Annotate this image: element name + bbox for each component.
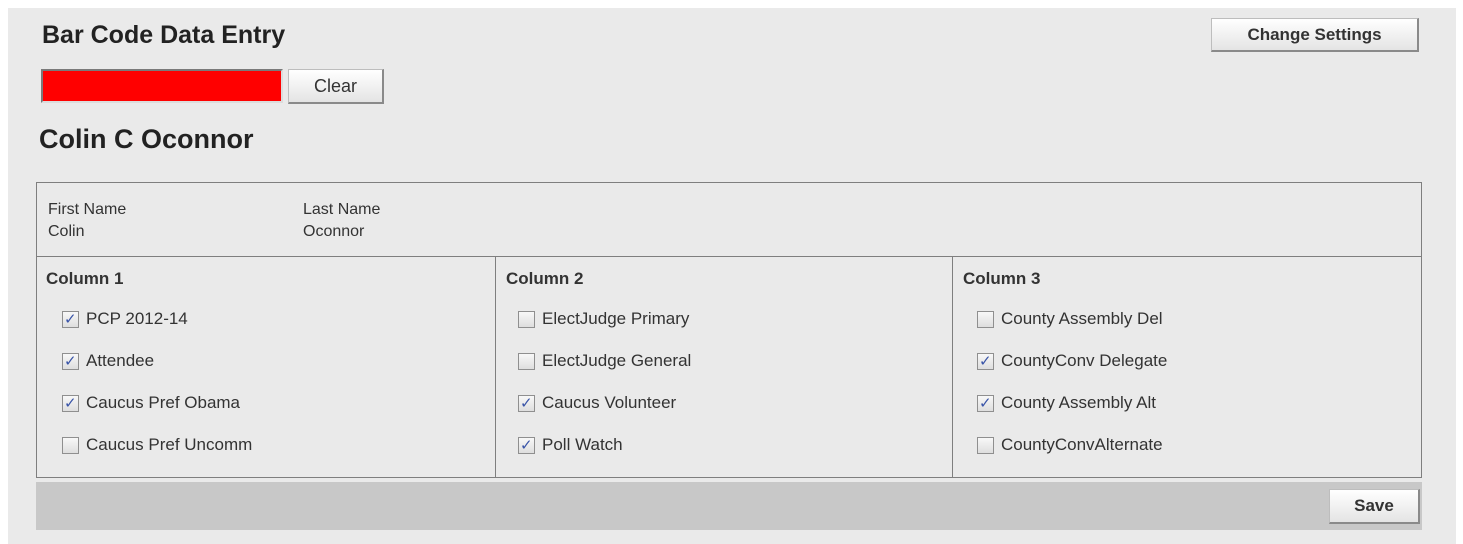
- barcode-input[interactable]: [41, 69, 283, 103]
- last-name-field: Last Name Oconnor: [303, 199, 380, 243]
- column-3: Column 3 County Assembly Del ✓ CountyCon…: [953, 257, 1421, 477]
- checkbox-label: Caucus Pref Uncomm: [86, 435, 253, 454]
- name-row: First Name Colin Last Name Oconnor: [37, 183, 1421, 257]
- clear-button[interactable]: Clear: [288, 69, 384, 104]
- save-button[interactable]: Save: [1329, 489, 1420, 524]
- checkbox-label: County Assembly Del: [1001, 309, 1163, 328]
- checkbox-label: Poll Watch: [542, 435, 623, 454]
- checkbox-label: ElectJudge Primary: [542, 309, 690, 328]
- first-name-value: Colin: [48, 223, 85, 240]
- checkbox[interactable]: ✓: [977, 351, 994, 370]
- checkbox-label: CountyConvAlternate: [1001, 435, 1163, 454]
- change-settings-button[interactable]: Change Settings: [1211, 18, 1419, 52]
- checkbox-label: PCP 2012-14: [86, 309, 188, 328]
- first-name-field: First Name Colin: [48, 199, 126, 243]
- checkbox-label: Caucus Pref Obama: [86, 393, 241, 412]
- column-header: Column 2: [506, 269, 584, 288]
- first-name-label: First Name: [48, 201, 127, 218]
- last-name-label: Last Name: [303, 201, 381, 218]
- checkbox-item[interactable]: ✓ Poll Watch: [518, 434, 623, 456]
- checkbox-item[interactable]: ElectJudge Primary: [518, 308, 689, 330]
- checkbox-label: County Assembly Alt: [1001, 393, 1156, 412]
- column-2: Column 2 ElectJudge Primary ElectJudge G…: [496, 257, 953, 477]
- checkbox-item[interactable]: ✓ Attendee: [62, 350, 154, 372]
- checkbox-item[interactable]: Caucus Pref Uncomm: [62, 434, 252, 456]
- checkbox[interactable]: [518, 352, 535, 370]
- checkbox[interactable]: ✓: [62, 309, 79, 328]
- checkbox-item[interactable]: ✓ Caucus Volunteer: [518, 392, 676, 414]
- checkbox[interactable]: ✓: [518, 435, 535, 454]
- person-full-name: Colin C Oconnor: [39, 124, 254, 154]
- check-icon: ✓: [64, 351, 77, 370]
- checkbox-label: CountyConv Delegate: [1001, 351, 1168, 370]
- check-icon: ✓: [64, 309, 77, 328]
- checkbox-item[interactable]: ✓ PCP 2012-14: [62, 308, 188, 330]
- column-header: Column 3: [963, 269, 1041, 288]
- check-icon: ✓: [979, 393, 992, 412]
- column-1: Column 1 ✓ PCP 2012-14 ✓ Attendee ✓ Cauc…: [37, 257, 496, 477]
- checkbox[interactable]: [977, 436, 994, 454]
- checkbox-label: Caucus Volunteer: [542, 393, 677, 412]
- checkbox[interactable]: ✓: [977, 393, 994, 412]
- checkbox[interactable]: ✓: [62, 351, 79, 370]
- checkbox[interactable]: [977, 310, 994, 328]
- checkbox-item[interactable]: CountyConvAlternate: [977, 434, 1163, 456]
- checkbox[interactable]: [62, 436, 79, 454]
- last-name-value: Oconnor: [303, 223, 365, 240]
- checkbox-item[interactable]: ElectJudge General: [518, 350, 691, 372]
- page-title: Bar Code Data Entry: [42, 21, 286, 49]
- check-icon: ✓: [64, 393, 77, 412]
- checkbox-label: Attendee: [86, 351, 155, 370]
- column-header: Column 1: [46, 269, 124, 288]
- check-icon: ✓: [520, 435, 533, 454]
- checkbox-item[interactable]: ✓ County Assembly Alt: [977, 392, 1156, 414]
- checkbox[interactable]: ✓: [62, 393, 79, 412]
- checkbox[interactable]: [518, 310, 535, 328]
- checkbox-label: ElectJudge General: [542, 351, 692, 370]
- checkbox-columns: Column 1 ✓ PCP 2012-14 ✓ Attendee ✓ Cauc…: [37, 257, 1421, 477]
- check-icon: ✓: [520, 393, 533, 412]
- checkbox-item[interactable]: ✓ CountyConv Delegate: [977, 350, 1167, 372]
- check-icon: ✓: [979, 351, 992, 370]
- checkbox-item[interactable]: County Assembly Del: [977, 308, 1163, 330]
- checkbox[interactable]: ✓: [518, 393, 535, 412]
- footer-bar: [36, 482, 1422, 530]
- record-box: First Name Colin Last Name Oconnor Colum…: [36, 182, 1422, 478]
- checkbox-item[interactable]: ✓ Caucus Pref Obama: [62, 392, 240, 414]
